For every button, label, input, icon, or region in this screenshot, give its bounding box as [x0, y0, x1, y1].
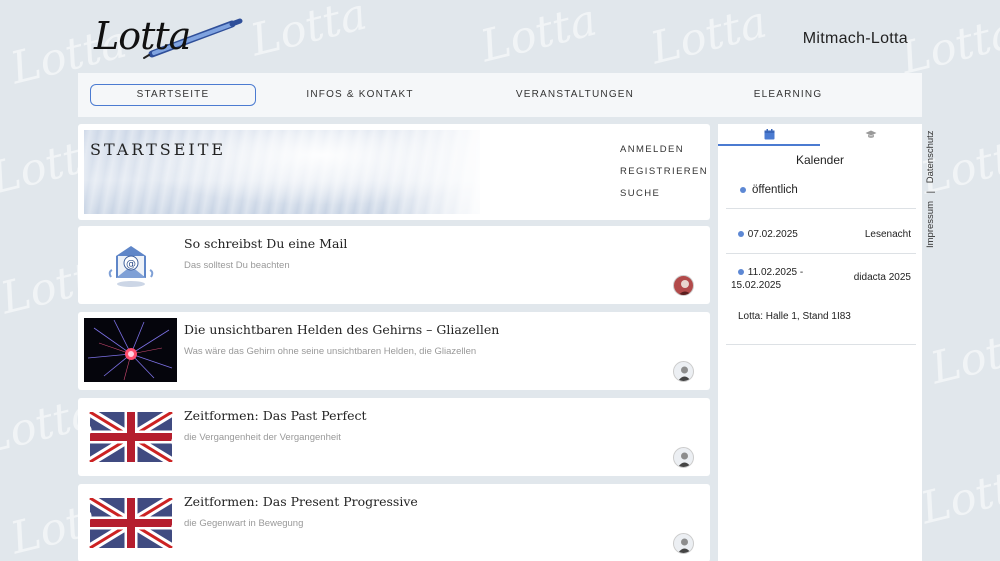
svg-text:@: @: [126, 259, 136, 270]
article-card[interactable]: Zeitformen: Das Past Perfect die Vergang…: [78, 398, 710, 476]
calendar-sidebar: Kalender öffentlich 07.02.2025 Lesenacht…: [718, 124, 922, 561]
register-link[interactable]: REGISTRIEREN: [620, 166, 708, 177]
legend-dot: [740, 187, 746, 193]
article-card[interactable]: @ So schreibst Du eine Mail Das solltest…: [78, 226, 710, 304]
event-date-start: 11.02.2025 -: [747, 267, 804, 278]
union-jack-image: [84, 490, 177, 554]
union-jack-image: [84, 404, 177, 468]
article-title[interactable]: So schreibst Du eine Mail: [184, 236, 347, 251]
footer-links: Impressum | Datenschutz: [923, 126, 937, 248]
user-links: ANMELDEN REGISTRIEREN SUCHE: [620, 144, 708, 210]
event-date: 07.02.2025: [747, 229, 798, 240]
page-title: STARTSEITE: [90, 140, 227, 159]
hero-panel: STARTSEITE ANMELDEN REGISTRIEREN SUCHE: [78, 124, 710, 220]
author-avatar[interactable]: [673, 275, 694, 296]
impressum-link[interactable]: Impressum: [925, 201, 936, 248]
author-avatar[interactable]: [673, 533, 694, 554]
event-title: Lesenacht: [864, 229, 911, 240]
neuron-image: [84, 318, 177, 382]
tab-calendar[interactable]: [718, 124, 820, 146]
nav-item-veranstaltungen[interactable]: VERANSTALTUNGEN: [508, 84, 642, 106]
article-card[interactable]: Zeitformen: Das Present Progressive die …: [78, 484, 710, 561]
login-link[interactable]: ANMELDEN: [620, 144, 708, 155]
article-subtitle: Was wäre das Gehirn ohne seine unsichtba…: [184, 346, 477, 357]
footer-separator: |: [925, 190, 936, 194]
search-link[interactable]: SUCHE: [620, 188, 708, 199]
article-subtitle: die Gegenwart in Bewegung: [184, 518, 304, 529]
site-title: Mitmach-Lotta: [802, 30, 908, 47]
nav-item-elearning[interactable]: ELEARNING: [728, 84, 848, 106]
article-card[interactable]: Die unsichtbaren Helden des Gehirns – Gl…: [78, 312, 710, 390]
calendar-icon: [764, 128, 774, 139]
main-nav: STARTSEITE INFOS & KONTAKT VERANSTALTUNG…: [78, 73, 922, 117]
calendar-event[interactable]: 07.02.2025 Lesenacht: [726, 229, 916, 240]
logo-text: Lotta: [94, 14, 191, 58]
calendar-heading: Kalender: [795, 153, 845, 167]
nav-item-startseite[interactable]: STARTSEITE: [90, 84, 256, 106]
author-avatar[interactable]: [673, 447, 694, 468]
graduation-cap-icon: [865, 130, 877, 138]
article-subtitle: die Vergangenheit der Vergangenheit: [184, 432, 341, 443]
calendar-legend: öffentlich: [740, 184, 798, 196]
author-avatar[interactable]: [673, 361, 694, 382]
calendar-event[interactable]: 11.02.2025 - didacta 2025 15.02.2025 Lot…: [726, 267, 916, 322]
tab-elearning[interactable]: [820, 124, 922, 146]
event-dot: [738, 231, 744, 238]
sidebar-tabs: [718, 124, 922, 146]
legend-label: öffentlich: [752, 184, 798, 196]
article-subtitle: Das solltest Du beachten: [184, 260, 290, 271]
event-detail: Lotta: Halle 1, Stand 1I83: [738, 311, 851, 322]
datenschutz-link[interactable]: Datenschutz: [925, 130, 936, 183]
article-title[interactable]: Zeitformen: Das Past Perfect: [184, 408, 367, 423]
site-logo[interactable]: Lotta: [92, 8, 252, 68]
event-dot: [738, 269, 744, 276]
nav-item-infos-kontakt[interactable]: INFOS & KONTAKT: [295, 84, 425, 106]
event-title: didacta 2025: [853, 272, 911, 283]
email-icon: @: [84, 232, 177, 296]
article-title[interactable]: Zeitformen: Das Present Progressive: [184, 494, 418, 509]
article-title[interactable]: Die unsichtbaren Helden des Gehirns – Gl…: [184, 322, 499, 337]
